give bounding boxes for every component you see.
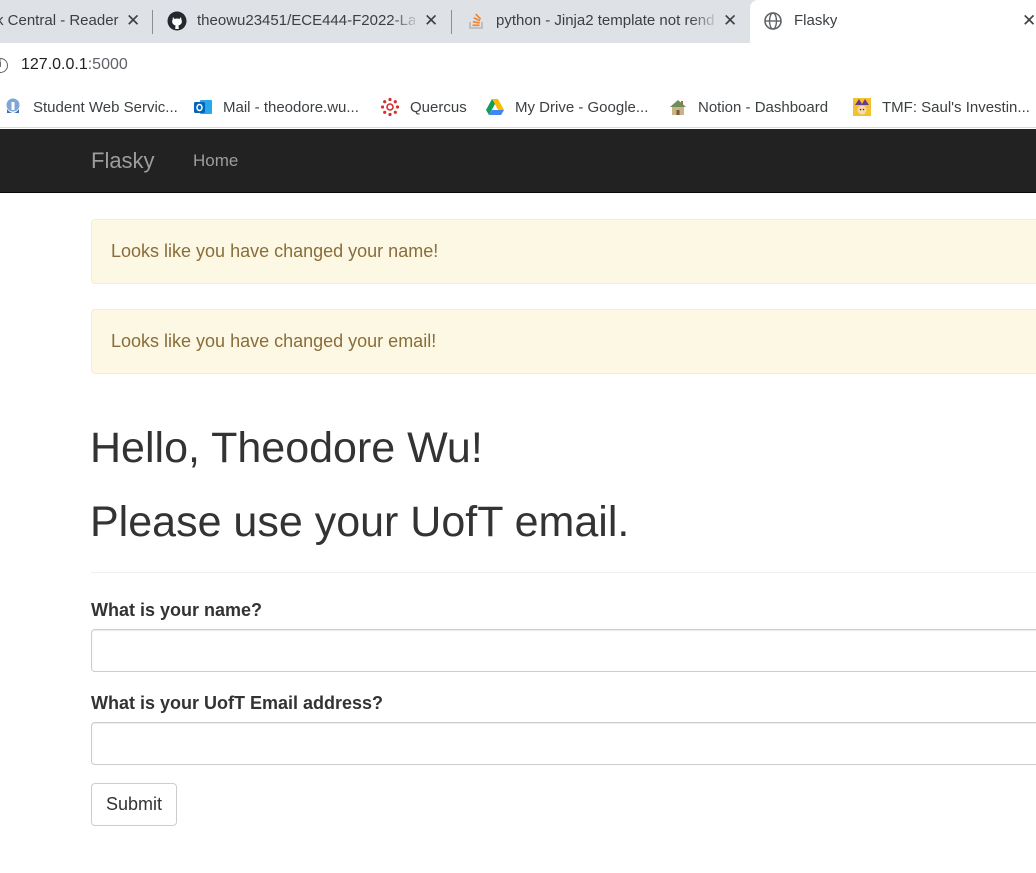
bookmark-tmf[interactable]: TMF: Saul's Investin... <box>852 96 1030 118</box>
page-header-divider <box>91 572 1036 573</box>
outlook-icon <box>194 100 212 114</box>
submit-button[interactable]: Submit <box>91 783 177 826</box>
name-label: What is your name? <box>91 600 263 620</box>
bookmark-label: Student Web Servic... <box>33 98 178 116</box>
name-input[interactable] <box>91 629 1036 672</box>
site-info-icon[interactable]: i <box>0 58 8 73</box>
tab-title: Flasky <box>794 12 838 29</box>
email-input[interactable] <box>91 722 1036 765</box>
close-icon[interactable]: ✕ <box>1022 11 1036 31</box>
close-icon[interactable]: ✕ <box>126 11 140 31</box>
close-icon[interactable]: ✕ <box>723 11 737 31</box>
bookmark-mail[interactable]: Mail - theodore.wu... <box>193 96 359 118</box>
bookmark-label: Mail - theodore.wu... <box>223 98 359 116</box>
tab-stackoverflow[interactable]: python - Jinja2 template not rend ✕ <box>452 0 750 43</box>
flash-alert-email: Looks like you have changed your email! <box>91 309 1036 374</box>
notice-heading: Please use your UofT email. <box>90 498 630 546</box>
stackoverflow-icon <box>469 13 483 29</box>
bookmark-notion[interactable]: Notion - Dashboard <box>668 96 828 118</box>
bookmark-my-drive[interactable]: My Drive - Google... <box>485 96 648 118</box>
bookmark-student-web-services[interactable]: Student Web Servic... <box>3 96 178 118</box>
tab-title: theowu23451/ECE444-F2022-Lab <box>197 12 415 29</box>
bookmarks-bar: Student Web Servic... Mail - theodore.wu… <box>0 88 1036 128</box>
close-icon[interactable]: ✕ <box>424 11 438 31</box>
google-drive-icon <box>486 99 504 115</box>
navbar: Flasky Home <box>0 129 1036 193</box>
email-label: What is your UofT Email address? <box>91 693 384 713</box>
uoft-crest-icon <box>6 98 20 113</box>
alert-message: Looks like you have changed your email! <box>111 331 437 351</box>
flash-alert-name: Looks like you have changed your name! <box>91 219 1036 284</box>
tab-title-fade <box>391 0 421 43</box>
tab-github[interactable]: theowu23451/ECE444-F2022-Lab ✕ <box>153 0 451 43</box>
github-icon <box>167 11 187 31</box>
bookmark-quercus[interactable]: Quercus <box>380 96 467 118</box>
tab-title: k Central - Reader <box>0 12 119 29</box>
motley-fool-icon <box>853 98 871 116</box>
tab-strip: k Central - Reader ✕ theowu23451/ECE444-… <box>0 0 1036 43</box>
url-field[interactable]: 127.0.0.1:5000 <box>21 56 128 74</box>
globe-icon <box>764 12 782 30</box>
address-bar[interactable]: i 127.0.0.1:5000 <box>0 43 1036 88</box>
greeting-heading: Hello, Theodore Wu! <box>90 424 483 472</box>
alert-message: Looks like you have changed your name! <box>111 241 439 261</box>
tab-reader[interactable]: k Central - Reader ✕ <box>0 0 150 43</box>
quercus-icon <box>380 97 400 117</box>
tab-flasky[interactable]: Flasky ✕ <box>750 0 1036 43</box>
url-host: 127.0.0.1 <box>21 56 88 73</box>
bookmark-label: Notion - Dashboard <box>698 98 829 116</box>
bookmark-label: TMF: Saul's Investin... <box>882 98 1030 116</box>
bookmark-label: My Drive - Google... <box>515 98 649 116</box>
notion-house-icon <box>670 100 686 115</box>
navbar-brand[interactable]: Flasky <box>91 148 155 174</box>
nav-home-link[interactable]: Home <box>193 151 238 171</box>
tab-title-fade <box>690 0 720 43</box>
url-port: :5000 <box>87 56 128 73</box>
bookmark-label: Quercus <box>410 98 467 116</box>
tab-title: python - Jinja2 template not rend <box>496 12 714 29</box>
